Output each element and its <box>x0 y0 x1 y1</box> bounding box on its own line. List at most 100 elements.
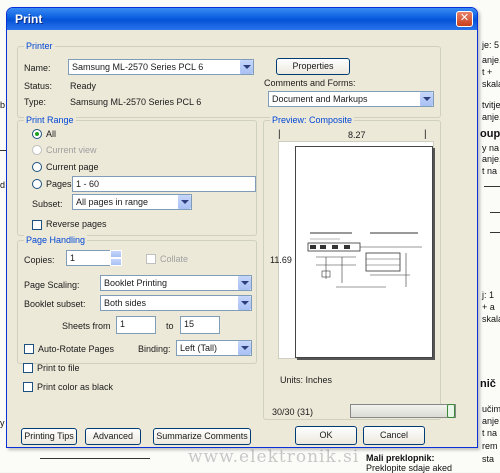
printer-name-value: Samsung ML-2570 Series PCL 6 <box>72 62 204 72</box>
print-color-black-label: Print color as black <box>37 382 114 392</box>
properties-button[interactable]: Properties <box>276 58 350 75</box>
subset-select[interactable]: All pages in range <box>72 194 192 210</box>
bg-text: y na <box>482 143 500 153</box>
preview-height-label: 11.69 <box>270 255 292 265</box>
dialog-title: Print <box>15 12 43 26</box>
bg-rule <box>490 212 500 213</box>
bg-text: t + <box>482 67 493 77</box>
booklet-subset-select[interactable]: Both sides <box>100 295 252 311</box>
pages-input[interactable]: 1 - 60 <box>72 176 256 192</box>
bg-text: d <box>0 180 6 190</box>
type-label: Type: <box>24 97 47 107</box>
ok-button[interactable]: OK <box>295 426 357 445</box>
page-handling-group-label: Page Handling <box>24 235 88 245</box>
booklet-subset-value: Both sides <box>104 298 147 308</box>
all-label: All <box>46 129 57 139</box>
bg-text: anje. <box>482 154 500 164</box>
bg-text: tvitje <box>482 100 500 110</box>
status-value: Ready <box>70 81 97 91</box>
bg-text: oupe <box>480 128 500 140</box>
bg-text: nič <box>480 378 496 390</box>
pages-label: Pages <box>46 179 72 189</box>
bg-text: sta <box>482 454 495 464</box>
sheets-from-input[interactable]: 1 <box>116 316 156 334</box>
preview-group-label: Preview: Composite <box>270 115 355 125</box>
page-handling-group: Page Handling Copies: 1 Collate Page Sca… <box>17 235 257 364</box>
close-button[interactable]: ✕ <box>456 11 473 27</box>
bg-text: učim <box>482 404 500 414</box>
bg-text: anje. <box>482 55 500 65</box>
print-to-file-label: Print to file <box>37 363 80 373</box>
current-page-radio[interactable] <box>32 162 42 172</box>
sheets-to-label: to <box>166 321 174 331</box>
print-range-group-label: Print Range <box>24 115 76 125</box>
print-dialog: Print ✕ Printer Name: Samsung ML-2570 Se… <box>6 7 478 448</box>
bg-text: + a <box>482 302 495 312</box>
preview-page <box>295 146 433 358</box>
print-color-black-checkbox[interactable] <box>23 382 33 392</box>
preview-width-label: 8.27 <box>348 130 366 140</box>
bg-text: anje. <box>482 112 500 122</box>
print-to-file-checkbox[interactable] <box>23 363 33 373</box>
comments-forms-value: Document and Markups <box>272 94 368 104</box>
schematic-thumbnail <box>307 232 422 288</box>
chevron-down-icon[interactable] <box>237 276 251 290</box>
cancel-button[interactable]: Cancel <box>363 426 425 445</box>
chevron-down-icon[interactable] <box>419 92 433 106</box>
current-page-label: Current page <box>46 162 99 172</box>
printer-group-label: Printer <box>24 41 55 51</box>
chevron-down-icon[interactable] <box>239 60 253 74</box>
printing-tips-button[interactable]: Printing Tips <box>21 428 77 445</box>
current-view-radio[interactable] <box>32 145 42 155</box>
chevron-down-icon[interactable] <box>237 341 251 355</box>
spin-down-icon[interactable] <box>110 258 122 266</box>
sheets-to-input[interactable]: 15 <box>180 316 220 334</box>
preview-group: Preview: Composite | | 8.27 11.69 Units:… <box>263 115 456 420</box>
summarize-comments-button[interactable]: Summarize Comments <box>153 428 251 445</box>
pages-radio[interactable] <box>32 179 42 189</box>
auto-rotate-label: Auto-Rotate Pages <box>38 344 115 354</box>
bg-text: rem <box>482 441 498 451</box>
status-label: Status: <box>24 81 53 91</box>
chevron-down-icon[interactable] <box>237 296 251 310</box>
binding-select[interactable]: Left (Tall) <box>176 340 252 356</box>
page-counter: 30/30 (31) <box>272 407 314 417</box>
spin-up-icon[interactable] <box>110 250 122 258</box>
printer-name-label: Name: <box>24 63 51 73</box>
binding-value: Left (Tall) <box>180 343 218 353</box>
reverse-pages-checkbox[interactable] <box>32 220 42 230</box>
printer-group: Printer Name: Samsung ML-2570 Series PCL… <box>17 41 441 118</box>
binding-label: Binding: <box>138 344 171 354</box>
auto-rotate-checkbox[interactable] <box>24 344 34 354</box>
page-scaling-value: Booklet Printing <box>104 278 168 288</box>
preview-page-slider[interactable] <box>350 404 456 418</box>
sheets-from-label: Sheets from <box>62 321 111 331</box>
bg-text: b <box>0 100 6 110</box>
collate-label: Collate <box>160 254 189 264</box>
preview-canvas <box>278 141 434 359</box>
chevron-down-icon[interactable] <box>177 195 191 209</box>
type-value: Samsung ML-2570 Series PCL 6 <box>70 97 202 107</box>
subset-value: All pages in range <box>76 197 149 207</box>
preview-width-left-marker: | <box>278 129 281 140</box>
printer-name-select[interactable]: Samsung ML-2570 Series PCL 6 <box>68 59 254 75</box>
title-bar[interactable]: Print ✕ <box>7 8 477 30</box>
comments-forms-select[interactable]: Document and Markups <box>268 91 434 107</box>
bg-text: t na <box>482 166 498 176</box>
bg-text: skala <box>482 79 500 89</box>
bg-text: skala <box>482 314 500 324</box>
bg-text: y <box>0 418 5 428</box>
collate-checkbox[interactable] <box>146 254 156 264</box>
bg-rule <box>490 232 500 233</box>
units-label: Units: Inches <box>280 375 333 385</box>
page-scaling-select[interactable]: Booklet Printing <box>100 275 252 291</box>
all-radio[interactable] <box>32 129 42 139</box>
advanced-button[interactable]: Advanced <box>85 428 141 445</box>
bg-rule <box>40 458 150 459</box>
booklet-subset-label: Booklet subset: <box>24 299 86 309</box>
copies-spinner[interactable] <box>110 250 122 266</box>
preview-width-right-marker: | <box>424 129 427 140</box>
current-view-label: Current view <box>46 145 97 155</box>
bg-text: j: 1 <box>482 290 495 300</box>
slider-thumb[interactable] <box>447 404 455 418</box>
